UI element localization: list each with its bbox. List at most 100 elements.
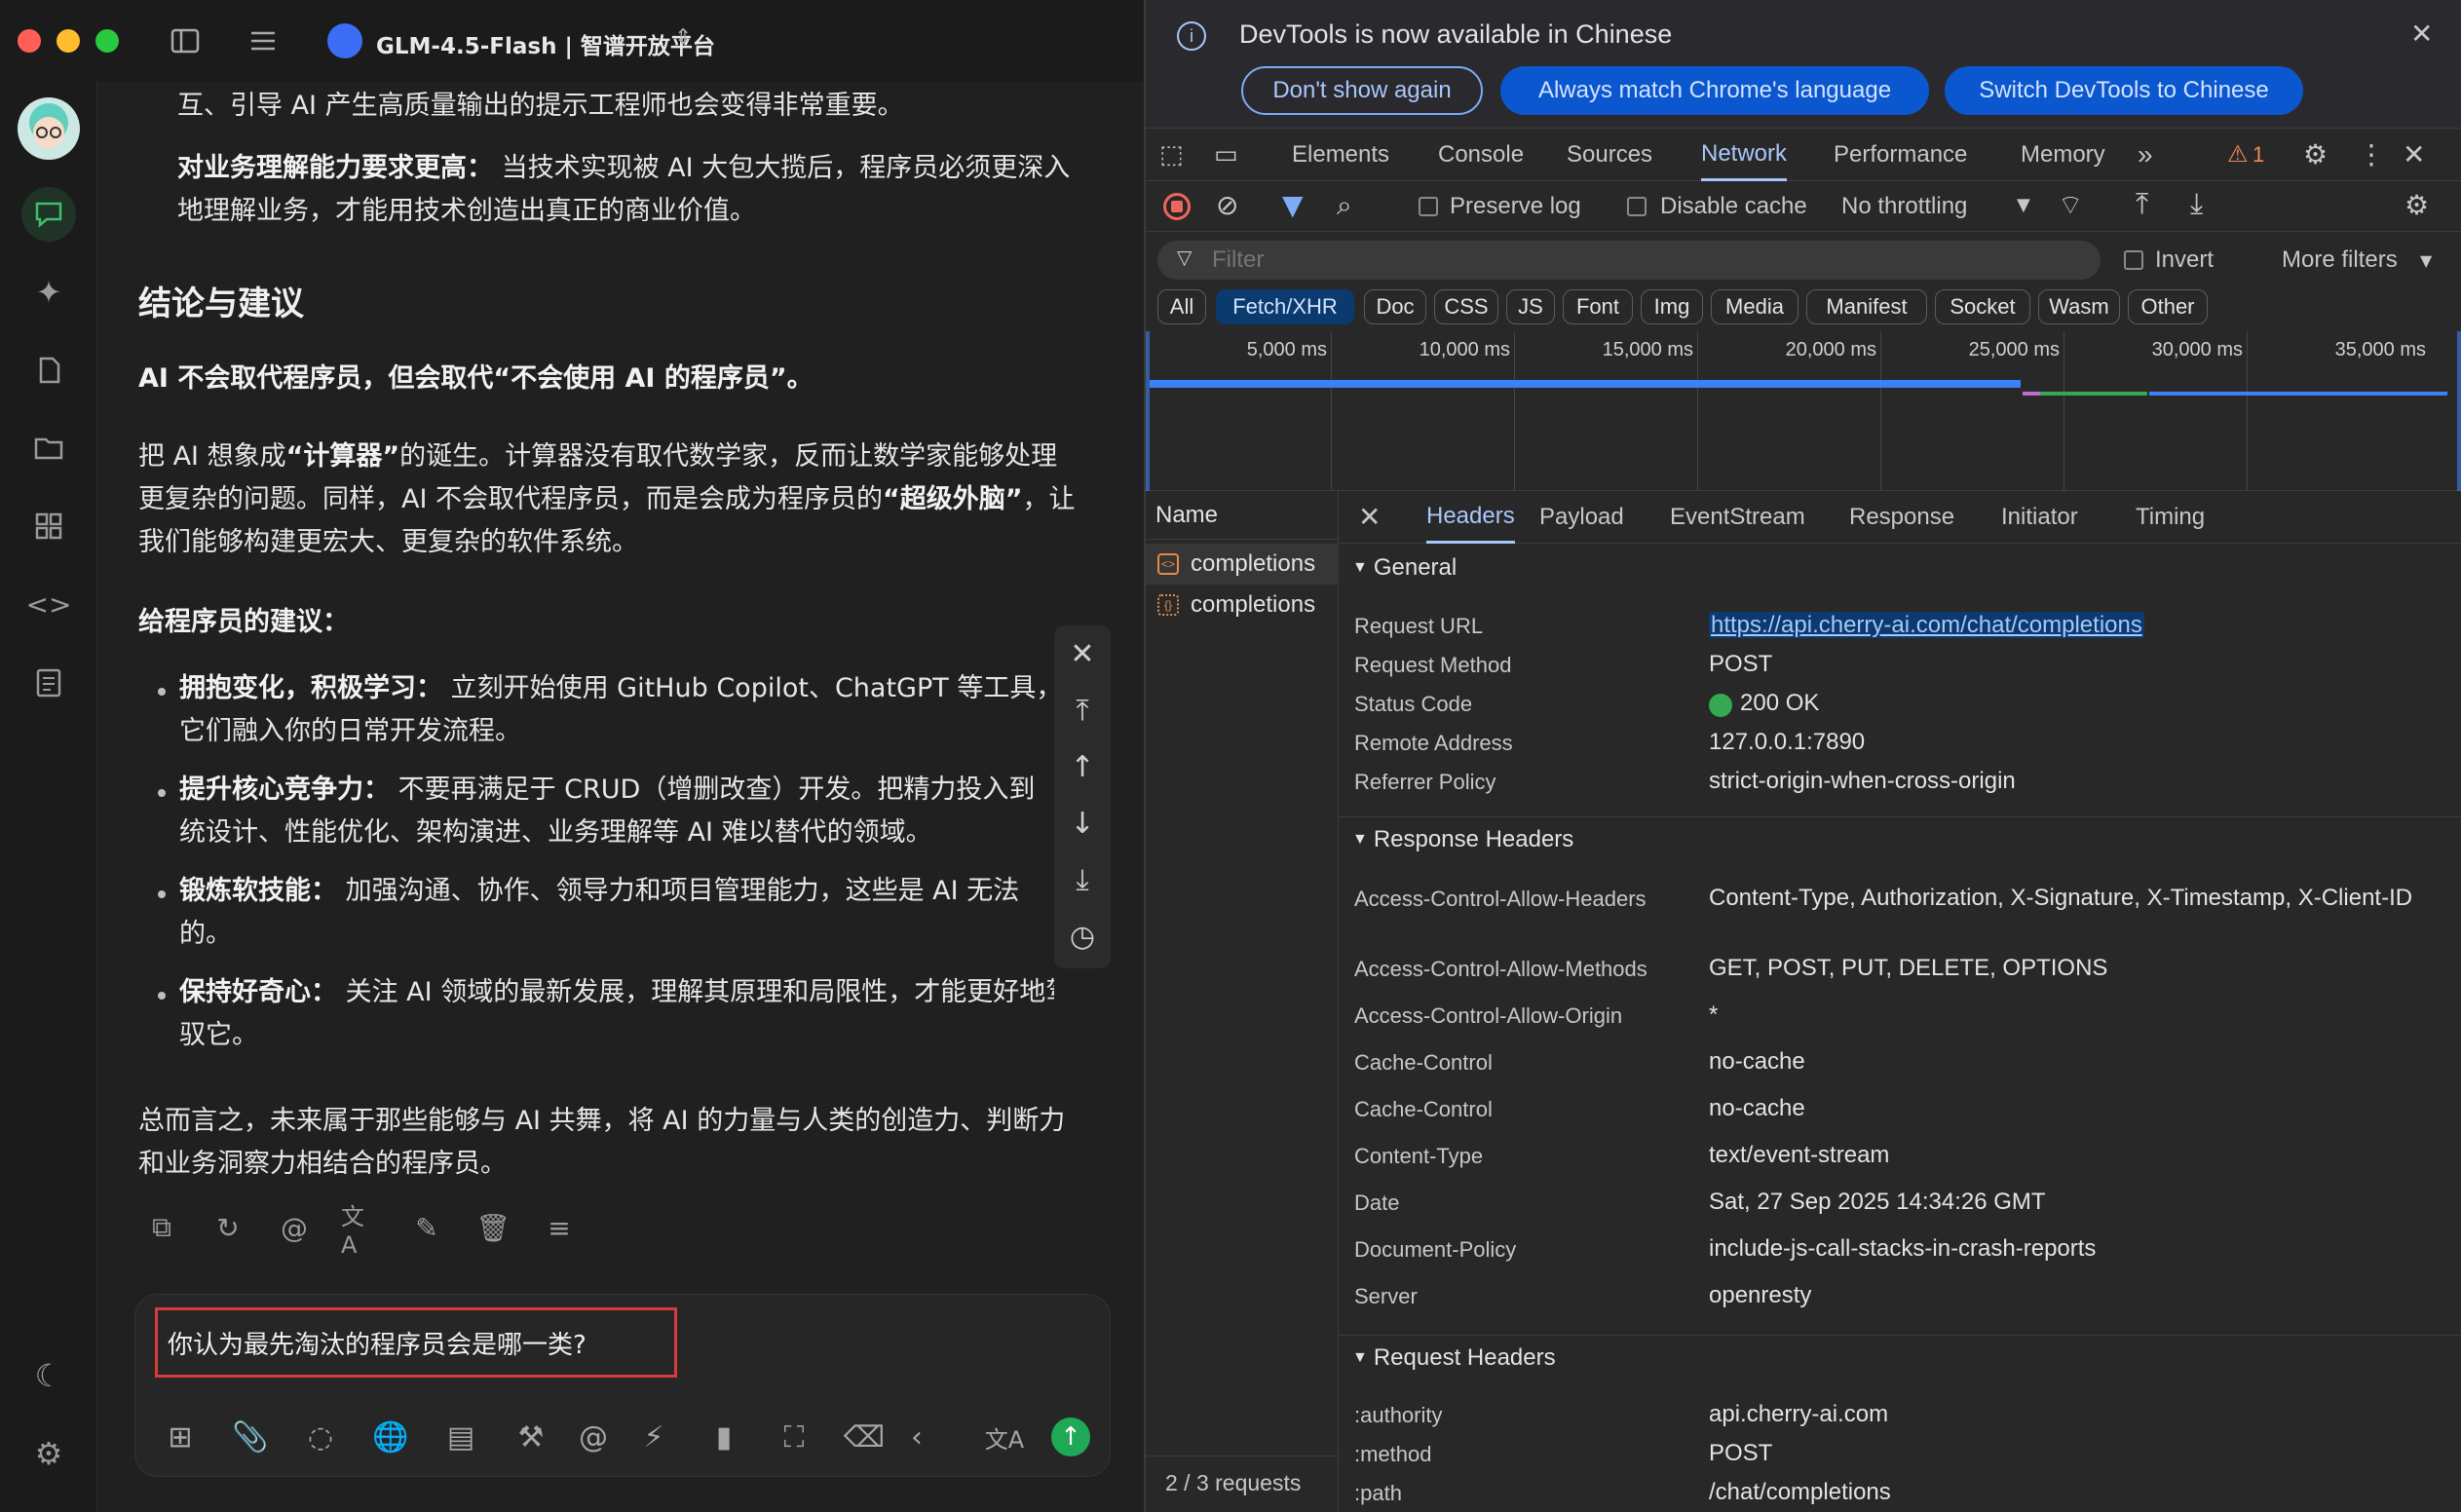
request-row[interactable]: {} completions (1146, 585, 1339, 625)
new-topic-icon[interactable]: ⊞ (159, 1416, 202, 1458)
message-input[interactable] (155, 1307, 677, 1378)
menu-icon[interactable] (246, 23, 281, 58)
edit-icon[interactable]: ✎ (407, 1208, 446, 1247)
close-detail-icon[interactable]: ✕ (1358, 501, 1381, 533)
tab-headers[interactable]: Headers (1426, 491, 1515, 544)
history-icon[interactable]: ◷ (1054, 908, 1111, 964)
disable-cache-checkbox[interactable] (1627, 197, 1647, 216)
zoom-window-button[interactable] (95, 29, 119, 53)
type-other[interactable]: Other (2128, 289, 2208, 324)
collapse-icon[interactable]: ‹ (895, 1416, 938, 1458)
dont-show-again-button[interactable]: Don't show again (1241, 66, 1483, 115)
network-settings-icon[interactable]: ⚙ (2404, 189, 2429, 221)
filter-funnel-icon[interactable]: ▼ (1282, 189, 1304, 221)
knowledge-icon[interactable]: ▤ (439, 1416, 482, 1458)
overview-handle-left[interactable] (1146, 331, 1150, 491)
translate-doc-icon[interactable] (21, 343, 76, 397)
sidebar-toggle-icon[interactable] (168, 23, 203, 58)
type-css[interactable]: CSS (1434, 289, 1498, 324)
overview-handle-right[interactable] (2457, 331, 2461, 491)
type-media[interactable]: Media (1711, 289, 1798, 324)
tab-timing[interactable]: Timing (2136, 491, 2205, 544)
translate-icon[interactable]: 文A (341, 1203, 380, 1259)
tab-memory[interactable]: Memory (2021, 129, 2105, 181)
type-all[interactable]: All (1157, 289, 1206, 324)
switch-to-chinese-button[interactable]: Switch DevTools to Chinese (1945, 66, 2303, 115)
type-img[interactable]: Img (1641, 289, 1703, 324)
trash-icon[interactable]: 🗑 (473, 1208, 512, 1247)
chevron-down-icon[interactable]: ▼ (2017, 195, 2030, 215)
code-icon[interactable]: <> (21, 577, 76, 631)
response-headers-section-header[interactable]: ▼ Response Headers (1339, 816, 2461, 861)
brush-icon[interactable]: ▮ (702, 1416, 745, 1458)
sparkle-icon[interactable]: ✦ (21, 265, 76, 320)
fullscreen-icon[interactable]: ⛶ (773, 1416, 815, 1458)
upload-icon[interactable]: ⤒ (2136, 187, 2148, 221)
device-toolbar-icon[interactable]: ▭ (1214, 140, 1238, 170)
invert-checkbox[interactable] (2124, 250, 2143, 270)
avatar[interactable] (18, 97, 80, 160)
preserve-log-checkbox[interactable] (1419, 197, 1438, 216)
settings-gear-icon[interactable]: ⚙ (2303, 138, 2328, 170)
request-headers-section-header[interactable]: ▼ Request Headers (1339, 1335, 2461, 1380)
model-selector-title[interactable]: GLM-4.5-Flash | 智谱开放平台 (376, 27, 715, 60)
scroll-top-icon[interactable]: ⤒ (1054, 682, 1111, 738)
clear-icon[interactable]: ⊘ (1216, 189, 1238, 221)
type-doc[interactable]: Doc (1364, 289, 1426, 324)
type-fetch-xhr[interactable]: Fetch/XHR (1216, 289, 1354, 324)
throttling-select[interactable]: No throttling (1841, 193, 1967, 220)
notes-icon[interactable] (21, 655, 76, 709)
search-icon[interactable]: ⌕ (1337, 189, 1352, 222)
regenerate-icon[interactable]: ↻ (208, 1208, 247, 1247)
close-devtools-icon[interactable]: ✕ (2403, 138, 2425, 170)
request-url-value[interactable]: https://api.cherry-ai.com/chat/completio… (1709, 610, 2144, 641)
send-button[interactable]: ↑ (1051, 1418, 1090, 1456)
apps-grid-icon[interactable] (21, 499, 76, 553)
eraser-icon[interactable]: ⌫ (843, 1416, 886, 1458)
translate-icon[interactable]: 文A (983, 1416, 1026, 1458)
tab-payload[interactable]: Payload (1539, 491, 1624, 544)
close-icon[interactable]: ✕ (1054, 625, 1111, 682)
moon-icon[interactable]: ☾ (21, 1348, 76, 1403)
scroll-bottom-icon[interactable]: ⤓ (1054, 851, 1111, 908)
settings-gear-icon[interactable]: ⚙ (21, 1426, 76, 1481)
more-tabs-icon[interactable]: » (2138, 129, 2153, 181)
type-socket[interactable]: Socket (1935, 289, 2030, 324)
at-icon[interactable]: @ (572, 1416, 615, 1458)
tab-initiator[interactable]: Initiator (2001, 491, 2078, 544)
tab-eventstream[interactable]: EventStream (1670, 491, 1805, 544)
close-icon[interactable]: ✕ (2410, 18, 2433, 50)
tab-network[interactable]: Network (1701, 129, 1788, 181)
tab-response[interactable]: Response (1849, 491, 1954, 544)
arrow-down-icon[interactable]: ↓ (1054, 795, 1111, 851)
request-row[interactable]: <> completions (1146, 544, 1339, 585)
record-stop-icon[interactable] (1163, 193, 1191, 220)
filter-input[interactable] (1157, 241, 2101, 280)
arrow-up-icon[interactable]: ↑ (1054, 738, 1111, 795)
hammer-icon[interactable]: ⚒ (510, 1416, 552, 1458)
warning-count[interactable]: 1 (2253, 142, 2264, 168)
type-manifest[interactable]: Manifest (1806, 289, 1927, 324)
folder-icon[interactable] (21, 421, 76, 475)
tab-sources[interactable]: Sources (1567, 129, 1652, 181)
match-language-button[interactable]: Always match Chrome's language (1500, 66, 1929, 115)
tab-performance[interactable]: Performance (1834, 129, 1967, 181)
network-overview[interactable]: 5,000 ms 10,000 ms 15,000 ms 20,000 ms 2… (1146, 331, 2461, 491)
type-wasm[interactable]: Wasm (2038, 289, 2120, 324)
close-window-button[interactable] (18, 29, 41, 53)
chevron-down-icon[interactable]: ▼ (2420, 251, 2432, 270)
lightning-icon[interactable]: ⚡ (632, 1416, 675, 1458)
more-filters-button[interactable]: More filters (2282, 246, 2398, 274)
bulb-off-icon[interactable]: ◌ (299, 1416, 342, 1458)
type-font[interactable]: Font (1563, 289, 1633, 324)
inspect-element-icon[interactable]: ⬚ (1159, 140, 1184, 170)
general-section-header[interactable]: ▼ General (1339, 546, 2461, 590)
globe-icon[interactable]: 🌐 (369, 1416, 412, 1458)
type-js[interactable]: JS (1506, 289, 1555, 324)
mention-icon[interactable]: @ (275, 1208, 314, 1247)
copy-icon[interactable]: ⧉ (142, 1208, 181, 1247)
download-icon[interactable]: ⤓ (2190, 187, 2203, 221)
attachment-icon[interactable]: 📎 (229, 1416, 272, 1458)
warning-icon[interactable]: ⚠ (2227, 140, 2249, 168)
tab-console[interactable]: Console (1438, 129, 1524, 181)
